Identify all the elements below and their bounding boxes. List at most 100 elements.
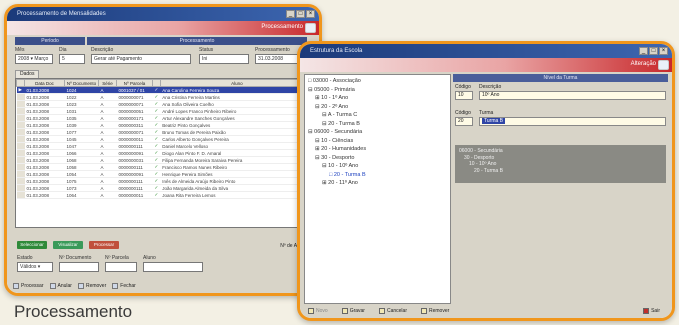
table-row[interactable]: 01.03.2008 1077 A 0000000071 ✓ Bruno Tomas de…	[16, 128, 314, 136]
cell-documento: 1054	[64, 170, 99, 178]
visualizar-button[interactable]: Visualizar	[53, 241, 83, 249]
remover-button[interactable]: Remover	[420, 305, 450, 317]
close-icon[interactable]: ×	[306, 10, 315, 18]
field-aluno-label: Aluno	[143, 255, 156, 261]
cell-aluno: Carlos Alberto Gonçalves Pereira	[160, 135, 314, 143]
desc-input[interactable]: 10º Ano	[479, 91, 666, 100]
table-row[interactable]: 01.03.2008 1022 A 0000000071 ✓ Ana Cristina F…	[16, 93, 314, 101]
tree-node[interactable]: ⊟ A - Turma C	[305, 111, 450, 120]
cell-date: 01.03.2008	[24, 135, 65, 143]
window-titlebar[interactable]: Processamento de Mensalidades _ □ ×	[7, 7, 319, 21]
tree-node[interactable]: ⊟ 05000 - Primária	[305, 86, 450, 95]
table-row[interactable]: 01.03.2008 1064 A 0000000011 ✓ Joana Rita Fer…	[16, 191, 314, 199]
cell-aluno: Francisco Ramos Nunes Ribeiro	[160, 163, 314, 171]
tree-node[interactable]: ⊞ 10 - 1º Ano	[305, 94, 450, 103]
grid-header-serie[interactable]: Série	[98, 79, 117, 87]
maximize-icon[interactable]: □	[296, 10, 305, 18]
row-marker	[16, 128, 25, 136]
novo-button[interactable]: Novo	[308, 305, 328, 317]
gravar-button[interactable]: Gravar	[341, 305, 365, 317]
cancel-icon	[378, 308, 385, 314]
section-header-periodo: Período	[15, 37, 85, 45]
tree-node[interactable]: ⊟ 10 - Ciências	[305, 137, 450, 146]
remover-label: Remover	[428, 308, 450, 314]
novo-label: Novo	[316, 308, 328, 314]
tree-node[interactable]: ⊟ 30 - Desporto	[305, 154, 450, 163]
cell-aluno: Filipa Fernanda Moreira Saraiva Pereira	[160, 156, 314, 164]
table-row[interactable]: 01.03.2008 1054 A 0000000091 ✓ Henrique Perei…	[16, 170, 314, 178]
seleccionar-button[interactable]: Seleccionar	[17, 241, 47, 249]
tree-node[interactable]: ⊟ 20 - 2º Ano	[305, 103, 450, 112]
check-icon: ✓	[152, 114, 161, 122]
banner-title: Processamento	[261, 24, 303, 30]
cancel-icon	[49, 283, 56, 289]
cell-parcela: 0000000111	[116, 142, 153, 150]
cell-serie: A	[98, 149, 117, 157]
grid-header-aluno[interactable]: Aluno	[159, 79, 315, 87]
code-turma-row: Código 20 Turma Turma B	[455, 110, 666, 128]
table-row[interactable]: 01.03.2008 1031 A 0000000051 ✓ André Lopes Fr…	[16, 107, 314, 115]
cell-parcela: 0000000111	[116, 177, 153, 185]
grid-header-documento[interactable]: Nº Documento	[64, 79, 99, 87]
table-row[interactable]: ▶ 01.03.2008 1024 A 0001037 / 01 ✓ Ana Carolin…	[16, 86, 314, 94]
close-icon[interactable]: ×	[659, 47, 668, 55]
field-descricao-input[interactable]: Gerar até Pagamento	[91, 54, 191, 64]
grid-header-data[interactable]: Data Doc	[24, 79, 65, 87]
table-row[interactable]: 01.03.2008 1039 A 0000000311 ✓ Beatriz Pinto …	[16, 121, 314, 129]
table-row[interactable]: 01.03.2008 1045 A 0000000011 ✓ Carlos Alberto…	[16, 135, 314, 143]
cell-serie: A	[98, 177, 117, 185]
table-row[interactable]: 01.03.2008 1035 A 0000000171 ✓ Artur Alexandr…	[16, 114, 314, 122]
field-estado-input[interactable]: Válidos ▾	[17, 262, 53, 272]
minimize-icon[interactable]: _	[286, 10, 295, 18]
cell-aluno: Bruno Tomas de Pereira Paixão	[160, 128, 314, 136]
tab-dados[interactable]: Dados	[15, 70, 40, 78]
table-row[interactable]: 01.03.2008 1047 A 0000000111 ✓ Daniel Marcelo…	[16, 142, 314, 150]
table-row[interactable]: 01.03.2008 1073 A 0000000111 ✓ João Margarida…	[16, 184, 314, 192]
turma-input[interactable]: Turma B	[479, 117, 666, 126]
toolbar-processar-button[interactable]: Processar	[13, 281, 44, 291]
row-marker	[16, 177, 25, 185]
minimize-icon[interactable]: _	[639, 47, 648, 55]
grid-header-mark	[16, 79, 25, 87]
mensalidades-grid[interactable]: Data Doc Nº Documento Série Nº Parcela A…	[15, 78, 315, 228]
field-status-input[interactable]: Ini	[199, 54, 249, 64]
code2-label: Código	[455, 110, 471, 116]
table-row[interactable]: 01.03.2008 1066 A 0000000091 ✓ Diogo Alan Pin…	[16, 149, 314, 157]
table-row[interactable]: 01.03.2008 1068 A 0000000031 ✓ Filipa Fernand…	[16, 156, 314, 164]
table-row[interactable]: 01.03.2008 1058 A 0000000111 ✓ Francisco Ramo…	[16, 163, 314, 171]
tree-node[interactable]: ⊟ 20 - Turma B	[305, 120, 450, 129]
code-input[interactable]: 10	[455, 91, 473, 100]
turma-label: Turma	[479, 110, 494, 116]
field-aluno-input[interactable]	[143, 262, 203, 272]
tree-node[interactable]: □ 20 - Turma B	[305, 171, 450, 180]
field-mes-input[interactable]: 2008 ▾ Março	[15, 54, 53, 64]
grid-header-parcela[interactable]: Nº Parcela	[116, 79, 153, 87]
tree-node[interactable]: □ 03000 - Associação	[305, 77, 450, 86]
field-dia-input[interactable]: 5	[59, 54, 85, 64]
sair-button[interactable]: Sair	[643, 305, 660, 317]
remove-icon	[77, 283, 84, 289]
toolbar-remover-button[interactable]: Remover	[77, 281, 106, 291]
cell-serie: A	[98, 163, 117, 171]
estrutura-tree[interactable]: □ 03000 - Associação ⊟ 05000 - Primária ⊞ …	[304, 74, 451, 304]
maximize-icon[interactable]: □	[649, 47, 658, 55]
field-ndocumento-input[interactable]	[59, 262, 99, 272]
toolbar-fechar-button[interactable]: Fechar	[112, 281, 136, 291]
field-nparcela-input[interactable]	[105, 262, 137, 272]
toolbar-anular-button[interactable]: Anular	[49, 281, 72, 291]
cell-serie: A	[98, 128, 117, 136]
cell-aluno: Joana Rita Ferreira Lemos	[160, 191, 314, 199]
check-icon: ✓	[152, 86, 161, 94]
processar-button[interactable]: Processar	[89, 241, 119, 249]
tree-node[interactable]: ⊞ 20 - 11º Ano	[305, 179, 450, 188]
tree-node[interactable]: ⊟ 10 - 10º Ano	[305, 162, 450, 171]
window-titlebar[interactable]: Estrutura da Escola _ □ ×	[300, 44, 672, 58]
code2-input[interactable]: 20	[455, 117, 473, 126]
table-row[interactable]: 01.03.2008 1075 A 0000000111 ✓ Inês de Almeid…	[16, 177, 314, 185]
check-icon: ✓	[152, 149, 161, 157]
cancelar-button[interactable]: Cancelar	[378, 305, 407, 317]
tree-node[interactable]: ⊟ 06000 - Secundária	[305, 128, 450, 137]
table-row[interactable]: 01.03.2008 1023 A 0000000071 ✓ Ana Sofia Oliv…	[16, 100, 314, 108]
window-banner: Alteração	[300, 58, 672, 72]
tree-node[interactable]: ⊞ 20 - Humanidades	[305, 145, 450, 154]
